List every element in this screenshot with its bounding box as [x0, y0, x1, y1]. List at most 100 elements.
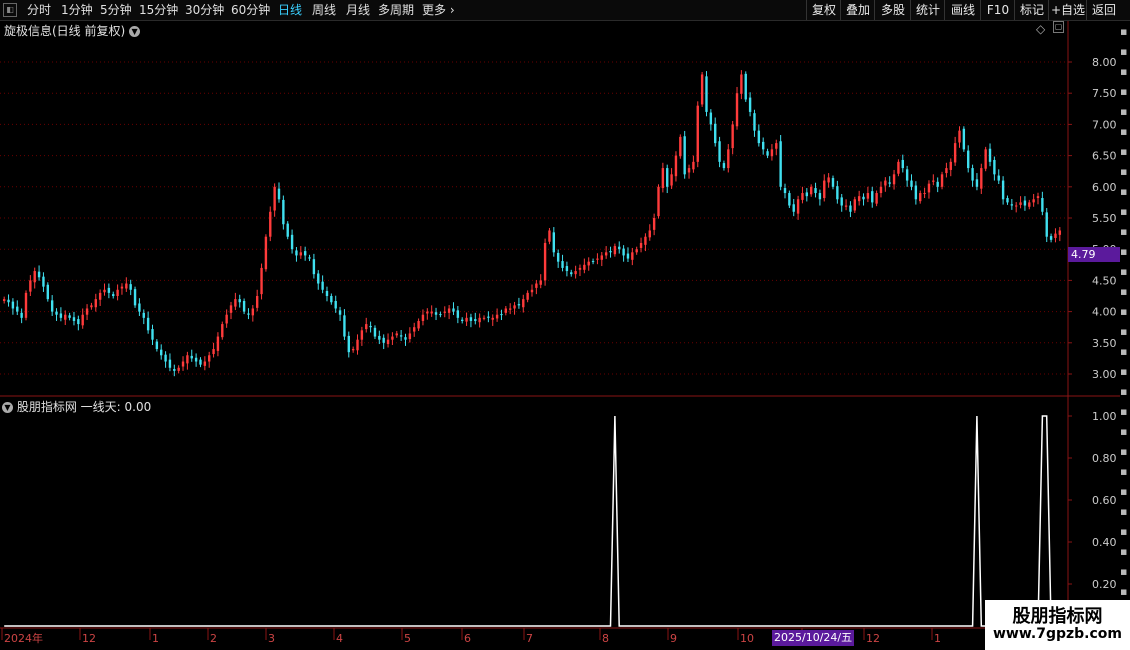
candle-body: [478, 317, 481, 323]
settings-icon[interactable]: ◧: [3, 3, 17, 17]
candle-body: [853, 199, 856, 211]
candle-body: [539, 280, 542, 285]
side-glyph: ▪: [1120, 265, 1128, 278]
x-tick-label: 2: [210, 632, 217, 645]
candle-body: [273, 186, 276, 211]
candle-body: [365, 324, 368, 330]
tab-7[interactable]: 周线: [312, 0, 336, 20]
tab-3[interactable]: 15分钟: [139, 0, 178, 20]
side-glyph: ▪: [1120, 245, 1128, 258]
candle-body: [753, 113, 756, 131]
side-glyph: ▪: [1120, 465, 1128, 478]
candle-body: [81, 314, 84, 326]
candle-body: [801, 193, 804, 200]
x-tick-label: 12: [866, 632, 880, 645]
candle-body: [775, 143, 778, 149]
candle-body: [988, 148, 992, 162]
candle-body: [932, 180, 935, 182]
candle-body: [426, 311, 429, 314]
candle-body: [138, 303, 141, 312]
candle-body: [1058, 230, 1062, 235]
tab-5[interactable]: 60分钟: [231, 0, 270, 20]
candle-body: [33, 271, 36, 283]
x-tick-label: 3: [268, 632, 275, 645]
stock-chart[interactable]: 8.007.507.006.506.005.505.004.504.003.50…: [0, 21, 1130, 650]
toolbar-button-2[interactable]: 多股: [874, 0, 911, 20]
candle-body: [29, 280, 32, 292]
candle-body: [168, 359, 172, 368]
candle-body: [404, 337, 407, 340]
candle-body: [687, 168, 691, 173]
toolbar-button-0[interactable]: 复权: [806, 0, 841, 20]
candle-body: [796, 199, 800, 214]
candle-body: [255, 296, 259, 308]
candle-body: [395, 333, 398, 336]
candle-body: [190, 355, 193, 359]
candle-body: [94, 299, 97, 308]
candle-body: [1036, 196, 1040, 199]
period-toolbar: ◧ 分时 1分钟 5分钟 15分钟 30分钟 60分钟 日线 周线 月线 多周期 更多 › 复权 叠加…: [0, 0, 1130, 21]
candle-body: [399, 335, 403, 337]
tab-4[interactable]: 30分钟: [185, 0, 224, 20]
candle-body: [155, 341, 159, 350]
candle-body: [434, 312, 438, 315]
candle-body: [413, 327, 416, 332]
toolbar-button-6[interactable]: 标记: [1014, 0, 1049, 20]
toolbar-button-1[interactable]: 叠加: [840, 0, 875, 20]
candle-body: [160, 349, 163, 356]
candle-body: [657, 186, 660, 217]
toolbar-button-7[interactable]: +自选: [1048, 0, 1087, 20]
candle-body: [639, 242, 643, 248]
candle-body: [561, 261, 564, 268]
x-tick-label: 1: [152, 632, 159, 645]
tab-6[interactable]: 日线: [278, 0, 302, 20]
tab-0[interactable]: 分时: [27, 0, 51, 20]
toolbar-button-3[interactable]: 统计: [910, 0, 945, 20]
candle-body: [234, 299, 237, 307]
candle-body: [482, 317, 486, 319]
candle-body: [844, 205, 848, 207]
candle-body: [761, 141, 765, 150]
y-tick-label: 4.50: [1092, 274, 1117, 287]
candle-body: [871, 191, 874, 203]
candle-body: [107, 287, 111, 293]
candle-body: [587, 261, 590, 266]
toolbar-button-5[interactable]: F10: [980, 0, 1015, 20]
side-glyph: ▪: [1120, 125, 1128, 138]
tab-10[interactable]: 更多 ›: [422, 0, 455, 20]
x-tick-label: 7: [526, 632, 533, 645]
candle-body: [456, 310, 460, 318]
candle-body: [277, 188, 281, 200]
candle-body: [146, 317, 150, 331]
candle-body: [831, 178, 835, 187]
toolbar-button-8[interactable]: 返回: [1086, 0, 1121, 20]
tab-9[interactable]: 多周期: [378, 0, 414, 20]
candle-body: [962, 128, 966, 150]
candle-body: [901, 159, 904, 169]
watermark-title: 股朋指标网: [1012, 606, 1103, 627]
candle-body: [670, 174, 673, 186]
candle-body: [133, 289, 137, 306]
candle-body: [975, 179, 979, 187]
side-glyph: ▪: [1120, 65, 1128, 78]
candle-body: [910, 180, 913, 187]
tab-8[interactable]: 月线: [346, 0, 370, 20]
side-glyph: ▪: [1120, 205, 1128, 218]
candle-body: [1041, 198, 1044, 212]
candle-body: [692, 161, 695, 170]
candle-body: [914, 185, 918, 200]
tab-1[interactable]: 1分钟: [61, 0, 93, 20]
side-glyph: ▪: [1120, 305, 1128, 318]
tab-2[interactable]: 5分钟: [100, 0, 132, 20]
candle-body: [967, 150, 970, 169]
candle-body: [72, 317, 76, 321]
candle-body: [247, 313, 250, 315]
toolbar-button-4[interactable]: 画线: [944, 0, 981, 20]
candle-body: [1023, 200, 1027, 206]
candle-body: [809, 186, 813, 195]
candle-body: [626, 253, 630, 259]
candle-body: [604, 252, 608, 256]
candle-body: [875, 193, 878, 204]
candle-body: [679, 136, 682, 157]
candle-body: [308, 257, 311, 259]
